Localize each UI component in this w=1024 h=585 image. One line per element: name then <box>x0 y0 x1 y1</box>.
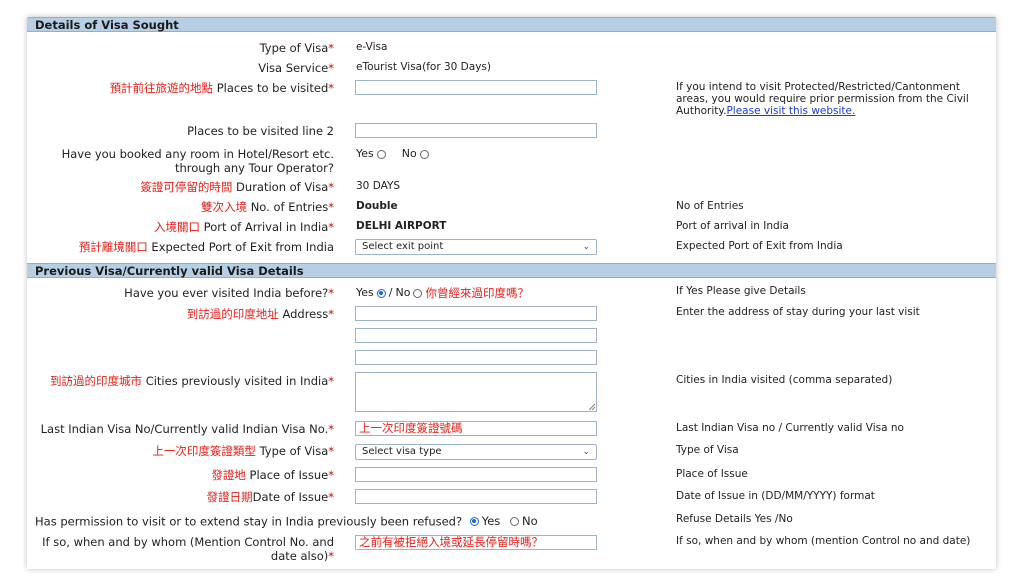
chevron-down-icon: ⌄ <box>582 447 590 457</box>
visited-before-annotation: 你曾經來過印度嗎？ <box>425 286 529 300</box>
booked-room-label: Have you booked any room in Hotel/Resort… <box>61 147 334 175</box>
booked-room-radio-group: Yes No <box>356 147 429 161</box>
last-visa-no-help: Last Indian Visa no / Currently valid Vi… <box>676 422 904 434</box>
duration-value: 30 DAYS <box>356 180 401 192</box>
chevron-down-icon: ⌄ <box>582 242 590 252</box>
booked-room-no-radio[interactable] <box>419 149 429 159</box>
refused-row: Has permission to visit or to extend sta… <box>35 514 538 529</box>
booked-room-yes-radio[interactable] <box>376 149 386 159</box>
visited-before-label: Have you ever visited India before?* <box>124 286 334 300</box>
date-issue-input[interactable] <box>355 489 597 504</box>
visa-service-label: Visa Service* <box>258 61 334 75</box>
refused-details-label: If so, when and by whom (Mention Control… <box>42 535 334 563</box>
visa-form-window: Details of Visa Sought Type of Visa* e-V… <box>27 17 996 569</box>
address-line3-input[interactable] <box>355 350 597 365</box>
address-help: Enter the address of stay during your la… <box>676 306 920 318</box>
port-exit-help: Expected Port of Exit from India <box>676 240 843 252</box>
place-issue-label: 發證地 Place of Issue* <box>211 468 334 482</box>
visited-no-radio[interactable] <box>413 288 423 298</box>
port-exit-label: 預計離境關口 Expected Port of Exit from India <box>78 240 334 254</box>
places-visited-input[interactable] <box>355 80 597 95</box>
places-visited-2-label: Places to be visited line 2 <box>187 124 334 138</box>
resize-handle-icon[interactable] <box>589 404 595 410</box>
port-exit-select[interactable]: Select exit point ⌄ <box>355 239 597 255</box>
entries-help: No of Entries <box>676 200 744 212</box>
place-issue-help: Place of Issue <box>676 468 748 480</box>
port-arrival-value: DELHI AIRPORT <box>356 220 447 232</box>
entries-value: Double <box>356 200 398 212</box>
refused-details-input[interactable]: 之前有被拒絕入境或延長停留時嗎？ <box>355 535 597 550</box>
refused-details-help: If so, when and by whom (mention Control… <box>676 535 971 547</box>
places-visited-label: 預計前往旅遊的地點 Places to be visited* <box>109 81 334 95</box>
section-header-previous-visa: Previous Visa/Currently valid Visa Detai… <box>27 263 996 278</box>
date-issue-label: 發證日期Date of Issue* <box>206 490 334 504</box>
visa-service-value: eTourist Visa(for 30 Days) <box>356 61 491 73</box>
entries-label: 雙次入境 No. of Entries* <box>201 200 334 214</box>
refused-yes-radio[interactable] <box>469 516 479 526</box>
visit-website-link[interactable]: Please visit this website. <box>726 105 855 117</box>
cities-help: Cities in India visited (comma separated… <box>676 374 893 386</box>
prev-visa-type-select[interactable]: Select visa type ⌄ <box>355 444 597 460</box>
refused-yes-label: Yes <box>481 514 501 528</box>
prev-visa-type-help: Type of Visa <box>676 444 739 456</box>
type-of-visa-label: Type of Visa* <box>259 41 334 55</box>
visited-before-radio-group: Yes / No 你曾經來過印度嗎？ <box>356 286 529 300</box>
section-header-visa-sought: Details of Visa Sought <box>27 17 996 32</box>
refused-no-radio[interactable] <box>509 516 519 526</box>
date-issue-help: Date of Issue in (DD/MM/YYYY) format <box>676 490 875 502</box>
duration-label: 簽證可停留的時間 Duration of Visa* <box>140 180 334 194</box>
type-of-visa-value: e-Visa <box>356 41 388 53</box>
cities-textarea[interactable] <box>355 372 597 412</box>
address-line2-input[interactable] <box>355 328 597 343</box>
refused-label: Has permission to visit or to extend sta… <box>35 514 463 529</box>
refused-help: Refuse Details Yes /No <box>676 513 793 525</box>
prev-visa-type-label: 上一次印度簽證類型 Type of Visa* <box>152 444 334 458</box>
visited-before-help: If Yes Please give Details <box>676 285 806 297</box>
address-label: 到訪過的印度地址 Address* <box>186 307 334 321</box>
last-visa-no-input[interactable]: 上一次印度簽證號碼 <box>355 421 597 436</box>
places-visited-help: If you intend to visit Protected/Restric… <box>676 81 969 117</box>
place-issue-input[interactable] <box>355 467 597 482</box>
last-visa-no-label: Last Indian Visa No/Currently valid Indi… <box>40 422 334 436</box>
refused-no-label: No <box>521 514 538 528</box>
port-arrival-label: 入境關口 Port of Arrival in India* <box>154 220 334 234</box>
visited-no-label: No <box>395 286 411 299</box>
cities-label: 到訪過的印度城市 Cities previously visited in In… <box>50 374 334 388</box>
address-line1-input[interactable] <box>355 306 597 321</box>
booked-room-yes-label: Yes <box>356 147 374 160</box>
port-arrival-help: Port of arrival in India <box>676 220 789 232</box>
places-visited-2-input[interactable] <box>355 123 597 138</box>
visited-yes-radio[interactable] <box>376 288 386 298</box>
booked-room-no-label: No <box>401 147 417 160</box>
visited-yes-label: Yes <box>356 286 374 299</box>
